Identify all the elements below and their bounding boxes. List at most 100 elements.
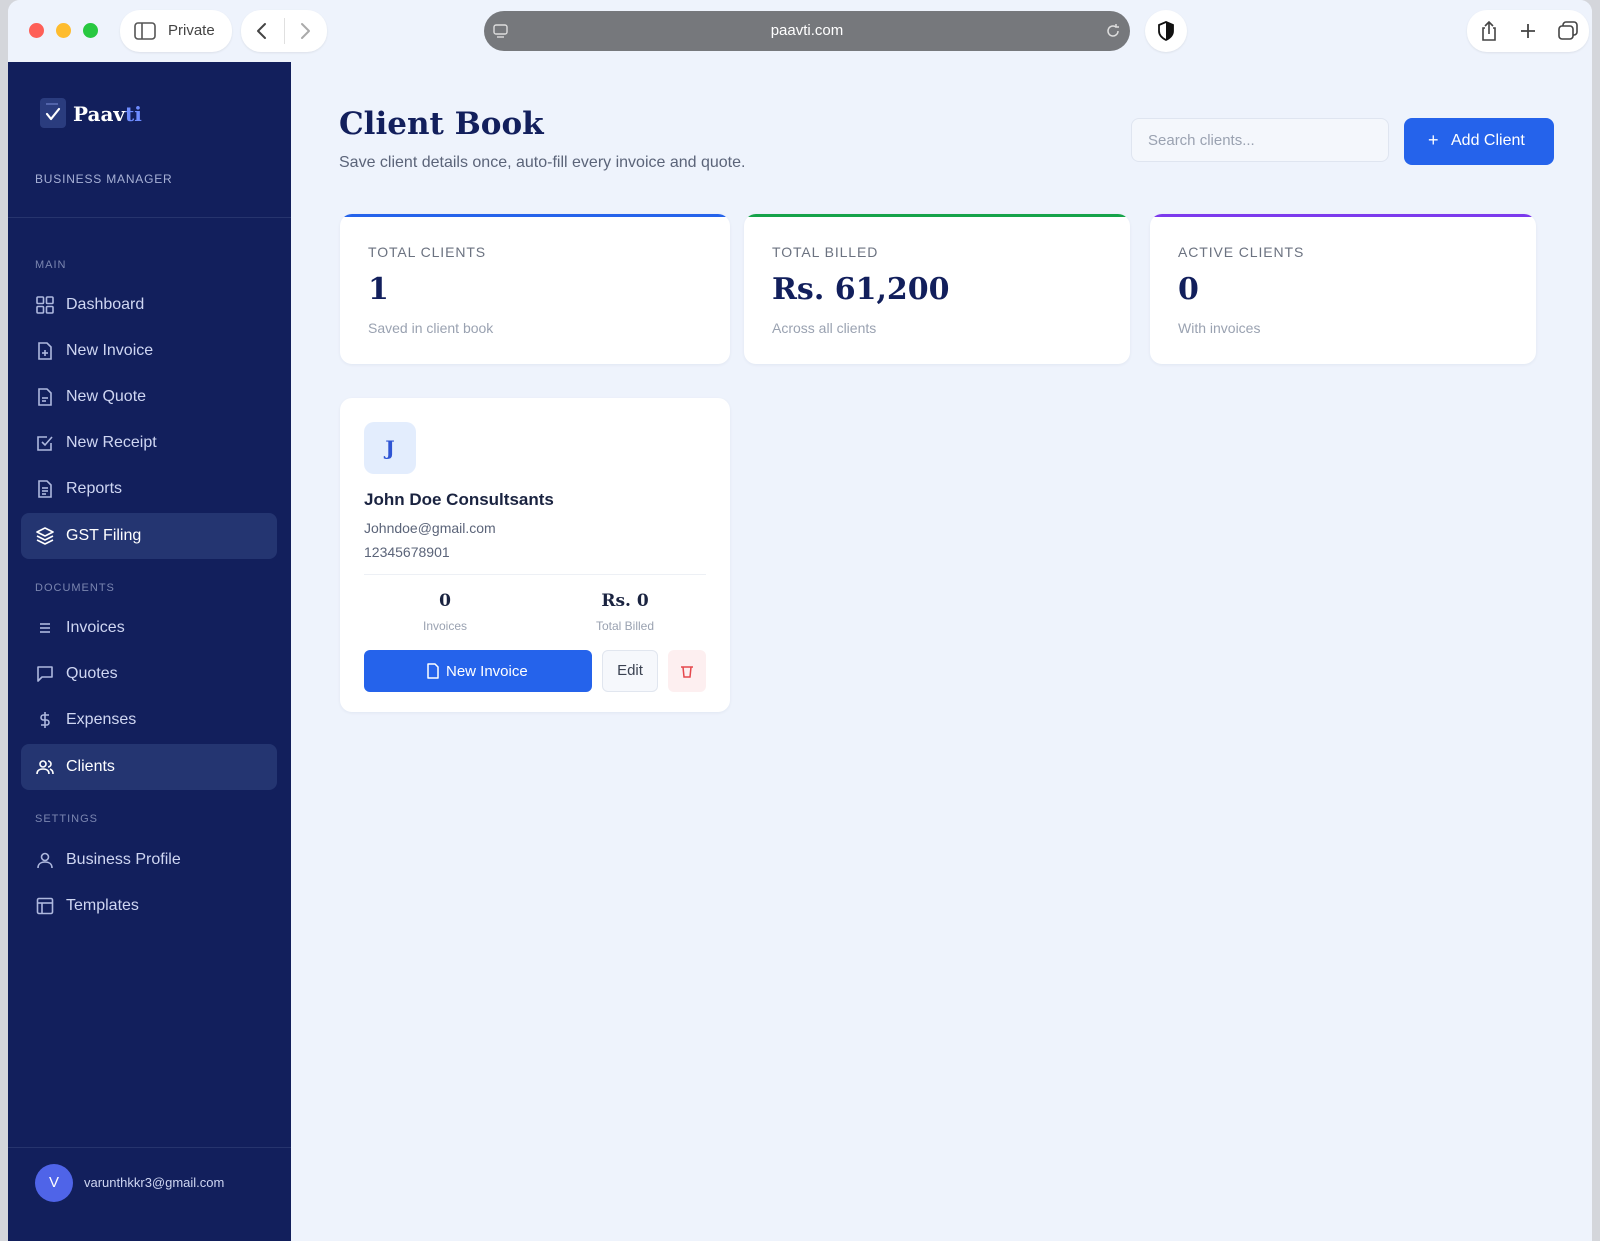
new-invoice-button[interactable]: New Invoice — [364, 650, 592, 692]
search-input[interactable] — [1131, 118, 1389, 162]
logo-icon — [40, 98, 66, 128]
file-icon — [38, 388, 52, 406]
sidebar-item-quotes[interactable]: Quotes — [21, 651, 277, 697]
client-invoices-metric: 0 Invoices — [370, 591, 520, 633]
sidebar-item-dashboard[interactable]: Dashboard — [21, 282, 277, 328]
sidebar-item-gst-filing[interactable]: GST Filing — [21, 513, 277, 559]
stat-subtext: Across all clients — [772, 320, 877, 336]
shield-icon — [1158, 21, 1174, 41]
browser-window: Private paavti.com Paavti BUSINESS MANAG… — [8, 0, 1592, 1241]
sidebar-item-new-invoice[interactable]: New Invoice — [21, 328, 277, 374]
url-text: paavti.com — [770, 22, 844, 39]
file-icon — [427, 663, 439, 679]
sidebar-icon — [134, 22, 156, 40]
page-subtitle: Save client details once, auto-fill ever… — [339, 154, 746, 171]
trash-icon — [681, 666, 693, 678]
plus-icon: + — [1428, 130, 1439, 150]
add-client-label: Add Client — [1451, 132, 1525, 149]
sidebar-item-label: GST Filing — [66, 527, 142, 544]
file-plus-icon — [38, 342, 52, 360]
total-billed-label: Total Billed — [595, 619, 655, 633]
sidebar-divider — [8, 217, 291, 218]
client-card-divider — [364, 574, 706, 575]
sidebar-item-clients[interactable]: Clients — [21, 744, 277, 790]
close-window-button[interactable] — [29, 23, 44, 38]
stat-card-total-clients: TOTAL CLIENTS 1 Saved in client book — [340, 214, 730, 364]
private-label: Private — [168, 22, 215, 39]
nav-divider — [284, 18, 285, 44]
browser-actions — [1467, 10, 1589, 52]
sidebar-item-label: Expenses — [66, 711, 137, 728]
sidebar-toggle-button[interactable]: Private — [120, 10, 232, 52]
stat-accent-bar — [1150, 214, 1536, 217]
file-text-icon — [38, 480, 52, 498]
avatar[interactable]: V — [35, 1164, 73, 1202]
layout-icon — [36, 897, 54, 915]
reload-icon[interactable] — [1104, 22, 1122, 40]
sidebar-item-label: Templates — [66, 897, 139, 914]
tab-overview-icon[interactable] — [1557, 21, 1579, 41]
sidebar-item-templates[interactable]: Templates — [21, 883, 277, 929]
browser-toolbar: Private paavti.com — [8, 0, 1592, 62]
stat-value: Rs. 61,200 — [772, 272, 950, 307]
sidebar-item-label: New Invoice — [66, 342, 154, 359]
share-icon[interactable] — [1479, 20, 1499, 42]
client-email: Johndoe@gmail.com — [364, 520, 496, 536]
client-billed-metric: Rs. 0 Total Billed — [550, 591, 700, 633]
edit-client-button[interactable]: Edit — [602, 650, 658, 692]
brand-name-prefix: Paav — [73, 102, 126, 126]
sidebar-item-label: New Receipt — [66, 434, 157, 451]
stat-label: TOTAL BILLED — [772, 244, 879, 260]
section-documents-label: DOCUMENTS — [35, 582, 115, 594]
total-billed-value: Rs. 0 — [601, 591, 649, 611]
invoices-label: Invoices — [422, 619, 468, 633]
privacy-report-button[interactable] — [1145, 10, 1187, 52]
address-bar[interactable]: paavti.com — [484, 11, 1130, 51]
user-icon — [37, 852, 53, 869]
stat-label: TOTAL CLIENTS — [368, 244, 487, 260]
message-square-icon — [37, 666, 53, 682]
brand-name: Paavti — [73, 102, 142, 126]
back-icon[interactable] — [255, 22, 269, 40]
delete-client-button[interactable] — [668, 650, 706, 692]
new-tab-icon[interactable] — [1519, 22, 1537, 40]
stat-label: ACTIVE CLIENTS — [1178, 244, 1305, 260]
sidebar-item-expenses[interactable]: Expenses — [21, 697, 277, 743]
stat-card-total-billed: TOTAL BILLED Rs. 61,200 Across all clien… — [744, 214, 1130, 364]
client-avatar: J — [364, 422, 416, 474]
user-email: varunthkkr3@gmail.com — [84, 1175, 225, 1190]
section-main-label: MAIN — [35, 259, 67, 271]
client-name: John Doe Consultsants — [364, 490, 554, 509]
section-settings-label: SETTINGS — [35, 813, 99, 825]
sidebar-item-business-profile[interactable]: Business Profile — [21, 837, 277, 883]
sidebar-item-new-receipt[interactable]: New Receipt — [21, 420, 277, 466]
main-content: Client Book Save client details once, au… — [291, 62, 1592, 1241]
stat-value: 1 — [368, 272, 389, 307]
stat-subtext: With invoices — [1178, 320, 1261, 336]
layers-icon — [36, 527, 54, 545]
minimize-window-button[interactable] — [56, 23, 71, 38]
brand-name-accent: ti — [125, 102, 142, 126]
sidebar-item-label: Invoices — [66, 619, 125, 636]
stat-accent-bar — [340, 214, 730, 217]
zoom-window-button[interactable] — [83, 23, 98, 38]
sidebar-item-label: Clients — [66, 758, 115, 775]
forward-icon[interactable] — [298, 22, 312, 40]
sidebar-item-label: New Quote — [66, 388, 147, 405]
sidebar: Paavti BUSINESS MANAGER MAIN Dashboard N… — [8, 62, 291, 1241]
sidebar-item-invoices[interactable]: Invoices — [21, 605, 277, 651]
list-icon — [40, 623, 50, 633]
grid-icon — [36, 296, 54, 314]
sidebar-item-new-quote[interactable]: New Quote — [21, 374, 277, 420]
new-invoice-label: New Invoice — [446, 663, 528, 680]
sidebar-item-label: Reports — [66, 480, 123, 497]
stat-card-active-clients: ACTIVE CLIENTS 0 With invoices — [1150, 214, 1536, 364]
client-card: J John Doe Consultsants Johndoe@gmail.co… — [340, 398, 730, 712]
stat-value: 0 — [1178, 272, 1199, 307]
sidebar-item-reports[interactable]: Reports — [21, 466, 277, 512]
add-client-button[interactable]: + Add Client — [1404, 118, 1554, 165]
sidebar-item-label: Quotes — [66, 665, 118, 682]
invoices-count: 0 — [439, 591, 451, 611]
sidebar-footer-divider — [8, 1147, 291, 1148]
stat-subtext: Saved in client book — [368, 320, 494, 336]
